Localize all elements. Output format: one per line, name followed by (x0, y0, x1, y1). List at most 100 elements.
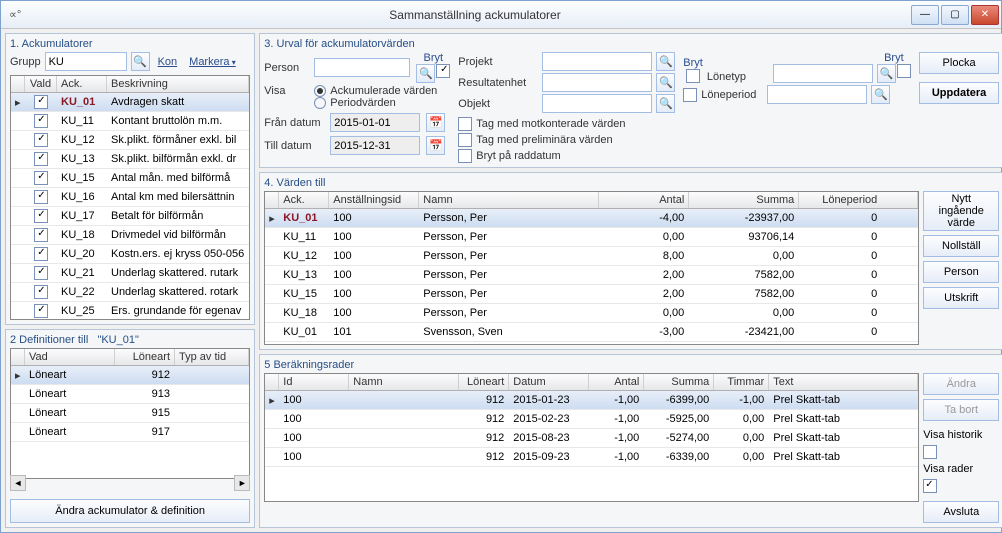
table-row[interactable]: KU_13100Persson, Per2,007582,000 (265, 266, 918, 285)
table-row[interactable]: KU_11100Persson, Per0,0093706,140 (265, 228, 918, 247)
table-row[interactable]: KU_18 Drivmedel vid bilförmån (11, 226, 249, 245)
search-icon[interactable]: 🔍 (131, 52, 150, 71)
col-ack[interactable]: Ack. (279, 192, 329, 208)
markera-dropdown[interactable]: Markera (185, 56, 240, 68)
col-vad[interactable]: Vad (25, 349, 115, 365)
search-icon[interactable]: 🔍 (877, 64, 896, 83)
col-id[interactable]: Id (279, 374, 349, 390)
table-row[interactable]: KU_01101Svensson, Sven-3,00-23421,000 (265, 323, 918, 342)
maximize-button[interactable]: ▢ (941, 5, 969, 25)
col-beskrivning[interactable]: Beskrivning (107, 76, 249, 92)
table-row[interactable]: ▸Löneart912 (11, 366, 249, 385)
till-datum-input[interactable] (330, 136, 420, 155)
table-row[interactable]: KU_22 Underlag skattered. rotark (11, 283, 249, 302)
visa-rader-checkbox[interactable] (923, 479, 937, 493)
col-anstallningsid[interactable]: Anställningsid (329, 192, 419, 208)
scroll-left-icon[interactable]: ◄ (10, 475, 26, 491)
avsluta-button[interactable]: Avsluta (923, 501, 999, 523)
projekt-input[interactable] (542, 52, 652, 71)
tag-preliminar-checkbox[interactable]: Tag med preliminära värden (458, 133, 675, 147)
row-checkbox[interactable] (34, 285, 48, 299)
row-checkbox[interactable] (34, 266, 48, 280)
table-row[interactable]: KU_13 Sk.plikt. bilförmån exkl. dr (11, 150, 249, 169)
table-row[interactable]: Löneart913 (11, 385, 249, 404)
col-ack[interactable]: Ack. (57, 76, 107, 92)
table-row[interactable]: KU_12 Sk.plikt. förmåner exkl. bil (11, 131, 249, 150)
row-checkbox[interactable] (34, 190, 48, 204)
person-input[interactable] (314, 58, 410, 77)
kon-link[interactable]: Kon (154, 56, 182, 68)
sec5-body[interactable]: ▸1009122015-01-23-1,00-6399,00-1,00Prel … (265, 391, 918, 501)
scroll-right-icon[interactable]: ► (234, 475, 250, 491)
table-row[interactable]: Löneart917 (11, 423, 249, 442)
bryt-raddatum-checkbox[interactable]: Bryt på raddatum (458, 149, 675, 163)
nollstall-button[interactable]: Nollställ (923, 235, 999, 257)
col-loneperiod[interactable]: Löneperiod (799, 192, 918, 208)
col-loneart[interactable]: Löneart (459, 374, 509, 390)
table-row[interactable]: KU_15 Antal mån. med bilförmå (11, 169, 249, 188)
col-timmar[interactable]: Timmar (714, 374, 769, 390)
table-row[interactable]: KU_16 Antal km med bilersättnin (11, 188, 249, 207)
table-row[interactable]: Löneart915 (11, 404, 249, 423)
col-datum[interactable]: Datum (509, 374, 589, 390)
search-icon[interactable]: 🔍 (656, 73, 675, 92)
row-checkbox[interactable] (34, 133, 48, 147)
nytt-varde-button[interactable]: Nytt ingående värde (923, 191, 999, 231)
group-input[interactable] (45, 52, 127, 71)
table-row[interactable]: KU_11 Kontant bruttolön m.m. (11, 112, 249, 131)
col-namn[interactable]: Namn (419, 192, 599, 208)
table-row[interactable]: ▸1009122015-01-23-1,00-6399,00-1,00Prel … (265, 391, 918, 410)
person-button[interactable]: Person (923, 261, 999, 283)
col-text[interactable]: Text (769, 374, 918, 390)
sec1-body[interactable]: ▸ KU_01 Avdragen skatt KU_11 Kontant bru… (11, 93, 249, 319)
col-summa[interactable]: Summa (644, 374, 714, 390)
change-ack-def-button[interactable]: Ändra ackumulator & definition (10, 499, 250, 523)
row-checkbox[interactable] (34, 152, 48, 166)
table-row[interactable]: 1009122015-08-23-1,00-5274,000,00Prel Sk… (265, 429, 918, 448)
utskrift-button[interactable]: Utskrift (923, 287, 999, 309)
row-checkbox[interactable] (34, 95, 48, 109)
table-row[interactable]: KU_18100Persson, Per0,000,000 (265, 304, 918, 323)
resultatenhet-input[interactable] (542, 73, 652, 92)
bryt-lonetyp-checkbox[interactable] (686, 69, 700, 83)
minimize-button[interactable]: — (911, 5, 939, 25)
col-loneart[interactable]: Löneart (115, 349, 175, 365)
close-button[interactable]: ✕ (971, 5, 999, 25)
col-namn[interactable]: Namn (349, 374, 459, 390)
search-icon[interactable]: 🔍 (871, 85, 890, 104)
bryt-lonetyp2-checkbox[interactable] (897, 64, 911, 78)
uppdatera-button[interactable]: Uppdatera (919, 82, 999, 104)
table-row[interactable]: KU_21 Underlag skattered. rutark (11, 264, 249, 283)
table-row[interactable]: ▸KU_01100Persson, Per-4,00-23937,000 (265, 209, 918, 228)
sec2-body[interactable]: ▸Löneart912Löneart913Löneart915Löneart91… (11, 366, 249, 456)
radio-periodvarden[interactable]: Periodvärden (314, 97, 395, 109)
objekt-input[interactable] (542, 94, 652, 113)
andra-button[interactable]: Ändra (923, 373, 999, 395)
tag-motkonterade-checkbox[interactable]: Tag med motkonterade värden (458, 117, 675, 131)
col-summa[interactable]: Summa (689, 192, 799, 208)
lonetyp-input[interactable] (773, 64, 873, 83)
search-icon[interactable]: 🔍 (656, 94, 675, 113)
fran-datum-input[interactable] (330, 113, 420, 132)
plocka-button[interactable]: Plocka (919, 52, 999, 74)
table-row[interactable]: ▸ KU_01 Avdragen skatt (11, 93, 249, 112)
calendar-icon[interactable]: 📅 (426, 136, 445, 155)
radio-ackumulerade[interactable]: Ackumulerade värden (314, 85, 437, 97)
row-checkbox[interactable] (34, 228, 48, 242)
search-icon[interactable]: 🔍 (656, 52, 675, 71)
row-checkbox[interactable] (34, 171, 48, 185)
sec4-body[interactable]: ▸KU_01100Persson, Per-4,00-23937,000KU_1… (265, 209, 918, 344)
visa-historik-checkbox[interactable] (923, 445, 937, 459)
row-checkbox[interactable] (34, 209, 48, 223)
table-row[interactable]: KU_15100Persson, Per2,007582,000 (265, 285, 918, 304)
tabort-button[interactable]: Ta bort (923, 399, 999, 421)
row-checkbox[interactable] (34, 304, 48, 318)
row-checkbox[interactable] (34, 114, 48, 128)
table-row[interactable]: KU_17 Betalt för bilförmån (11, 207, 249, 226)
loneperiod-input[interactable] (767, 85, 867, 104)
table-row[interactable]: 1009122015-09-23-1,00-6339,000,00Prel Sk… (265, 448, 918, 467)
bryt-loneperiod-checkbox[interactable] (683, 88, 697, 102)
table-row[interactable]: KU_12100Persson, Per8,000,000 (265, 247, 918, 266)
table-row[interactable]: KU_20 Kostn.ers. ej kryss 050-056 (11, 245, 249, 264)
row-checkbox[interactable] (34, 247, 48, 261)
